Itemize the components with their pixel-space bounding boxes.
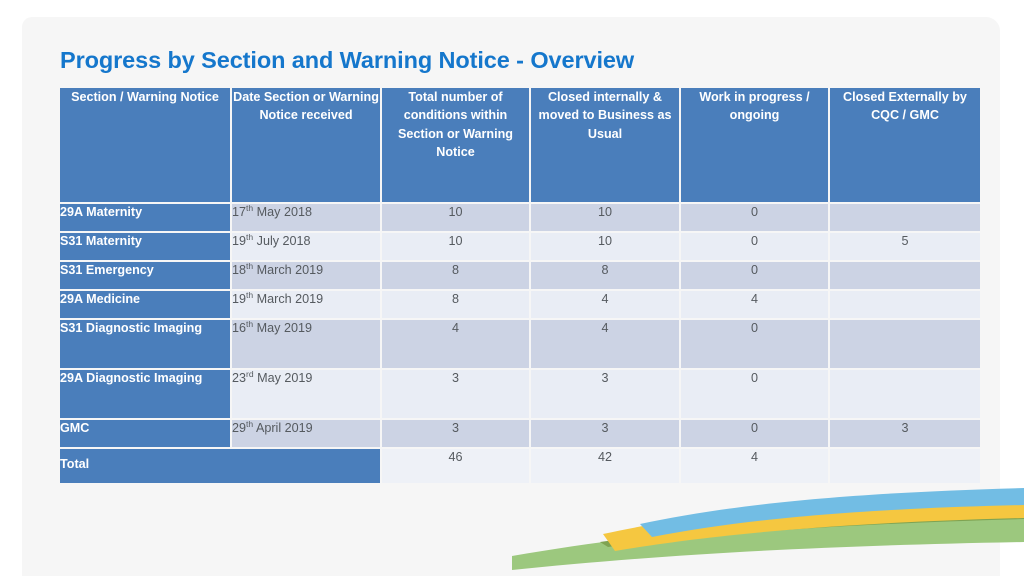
cell-date: 16th May 2019 [232,320,382,370]
cell-work-in-progress: 0 [681,420,830,449]
cell-date: 17th May 2018 [232,204,382,233]
date-day: 19 [232,234,247,248]
column-header-section: Section / Warning Notice [60,88,232,204]
cell-section: S31 Diagnostic Imaging [60,320,232,370]
date-day: 17 [232,205,247,219]
cell-closed-externally [830,204,980,233]
cell-date: 19th July 2018 [232,233,382,262]
cell-closed-internally: 8 [531,262,681,291]
cell-closed-internally: 4 [531,320,681,370]
cell-work-in-progress-total: 4 [681,449,830,485]
date-rest: May 2019 [253,371,313,385]
table-row: S31 Emergency 18th March 2019 8 8 0 [60,262,980,291]
cell-section: 29A Diagnostic Imaging [60,370,232,420]
table-row: 29A Diagnostic Imaging 23rd May 2019 3 3… [60,370,980,420]
date-day: 19 [232,292,247,306]
cell-total-conditions: 3 [382,420,531,449]
cell-total-conditions: 8 [382,262,531,291]
progress-table: Section / Warning Notice Date Section or… [60,88,980,485]
cell-total-label: Total [60,449,382,485]
cell-work-in-progress: 4 [681,291,830,320]
cell-work-in-progress: 0 [681,233,830,262]
progress-table-container: Section / Warning Notice Date Section or… [60,88,980,485]
date-rest: March 2019 [253,263,324,277]
cell-closed-externally [830,370,980,420]
cell-section: S31 Emergency [60,262,232,291]
table-body: 29A Maternity 17th May 2018 10 10 0 S31 … [60,204,980,485]
column-header-work-in-progress: Work in progress / ongoing [681,88,830,204]
table-row: 29A Medicine 19th March 2019 8 4 4 [60,291,980,320]
cell-closed-externally [830,320,980,370]
date-ordinal: rd [246,368,254,379]
table-header-row: Section / Warning Notice Date Section or… [60,88,980,204]
cell-work-in-progress: 0 [681,204,830,233]
date-day: 18 [232,263,247,277]
date-day: 16 [232,321,247,335]
page-title: Progress by Section and Warning Notice -… [60,47,635,73]
cell-work-in-progress: 0 [681,262,830,291]
cell-closed-externally: 3 [830,420,980,449]
table-total-row: Total 46 42 4 [60,449,980,485]
cell-total-conditions: 10 [382,233,531,262]
column-header-total-conditions: Total number of conditions within Sectio… [382,88,531,204]
cell-total-conditions: 3 [382,370,531,420]
cell-closed-internally: 4 [531,291,681,320]
cell-total-conditions: 8 [382,291,531,320]
cell-date: 23rd May 2019 [232,370,382,420]
table-row: S31 Diagnostic Imaging 16th May 2019 4 4… [60,320,980,370]
date-rest: July 2018 [253,234,311,248]
date-day: 29 [232,421,247,435]
cell-total-conditions: 10 [382,204,531,233]
cell-closed-externally: 5 [830,233,980,262]
cell-work-in-progress: 0 [681,320,830,370]
column-header-date-received: Date Section or Warning Notice received [232,88,382,204]
slide-panel: Progress by Section and Warning Notice -… [22,17,1000,576]
cell-closed-internally: 10 [531,204,681,233]
cell-closed-internally: 3 [531,370,681,420]
cell-closed-internally-total: 42 [531,449,681,485]
date-rest: April 2019 [253,421,313,435]
table-row: GMC 29th April 2019 3 3 0 3 [60,420,980,449]
cell-work-in-progress: 0 [681,370,830,420]
cell-closed-externally [830,262,980,291]
date-rest: May 2019 [253,321,312,335]
cell-total-conditions-total: 46 [382,449,531,485]
cell-total-conditions: 4 [382,320,531,370]
cell-section: 29A Medicine [60,291,232,320]
date-rest: May 2018 [253,205,312,219]
cell-section: 29A Maternity [60,204,232,233]
cell-section: S31 Maternity [60,233,232,262]
table-row: S31 Maternity 19th July 2018 10 10 0 5 [60,233,980,262]
cell-closed-internally: 10 [531,233,681,262]
cell-closed-externally [830,291,980,320]
cell-date: 29th April 2019 [232,420,382,449]
column-header-closed-internally: Closed internally & moved to Business as… [531,88,681,204]
cell-date: 18th March 2019 [232,262,382,291]
table-row: 29A Maternity 17th May 2018 10 10 0 [60,204,980,233]
column-header-closed-externally: Closed Externally by CQC / GMC [830,88,980,204]
date-rest: March 2019 [253,292,324,306]
date-day: 23 [232,371,247,385]
cell-closed-internally: 3 [531,420,681,449]
cell-date: 19th March 2019 [232,291,382,320]
cell-closed-externally-total [830,449,980,485]
cell-section: GMC [60,420,232,449]
